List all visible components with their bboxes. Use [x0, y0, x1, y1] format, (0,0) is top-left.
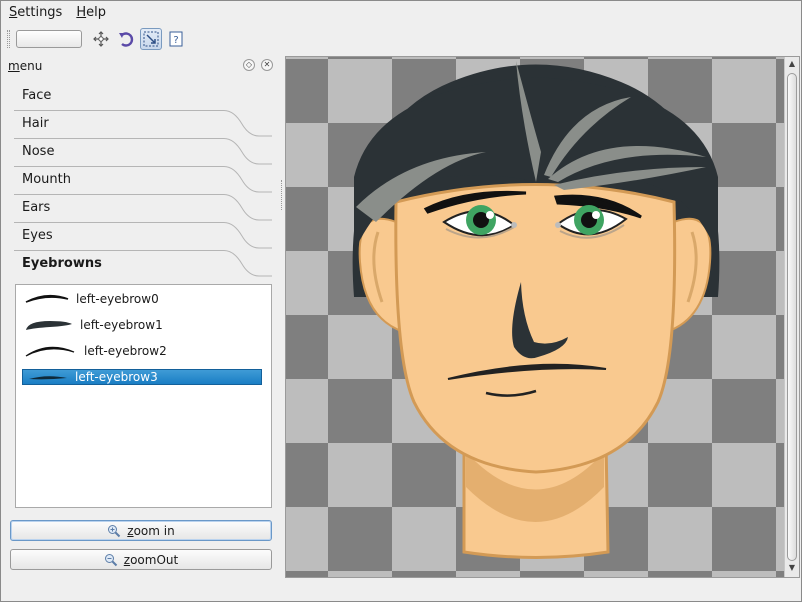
vertical-scrollbar[interactable]: ▲ ▼ — [784, 57, 799, 577]
zoom-out-icon — [104, 553, 117, 566]
eyebrow2-icon — [25, 346, 75, 357]
dock-title: menu — [8, 59, 43, 73]
eyebrow3-icon — [29, 376, 67, 380]
tab-label: Hair — [22, 116, 49, 131]
scroll-up-arrow-icon[interactable]: ▲ — [787, 59, 797, 69]
move-icon — [93, 31, 109, 47]
list-item-label: left-eyebrow0 — [76, 292, 159, 306]
svg-text:?: ? — [173, 35, 178, 46]
zoom-out-label: zoomOut — [123, 552, 179, 567]
dock-float-button[interactable]: ◇ — [243, 59, 255, 71]
eyebrow-list[interactable]: left-eyebrow0 left-eyebrow1 left-eyebrow… — [15, 284, 272, 508]
toolbar-grip[interactable] — [7, 30, 10, 48]
tab-label: Mounth — [22, 172, 71, 187]
eyebrow0-icon — [25, 294, 69, 303]
list-item-label: left-eyebrow1 — [80, 318, 163, 332]
tab-label: Eyes — [22, 228, 53, 243]
zoom-in-label: zoom in — [127, 523, 175, 538]
menu-help[interactable]: Help — [76, 5, 106, 20]
tab-eyes[interactable]: Eyes — [14, 222, 274, 250]
fit-selection-icon — [143, 31, 159, 47]
zoom-in-icon — [108, 524, 121, 537]
dock-splitter-handle[interactable] — [281, 180, 284, 210]
menu-dock: menu ◇ ✕ Face Hair Nose Mounth Ears Eyes — [4, 56, 279, 578]
tab-divider — [14, 194, 272, 221]
menu-settings[interactable]: Settings — [9, 5, 62, 20]
tab-label: Ears — [22, 200, 51, 215]
eyebrow1-icon — [26, 321, 72, 330]
tab-nose[interactable]: Nose — [14, 138, 274, 166]
float-icon: ◇ — [245, 60, 253, 69]
list-item[interactable]: left-eyebrow0 — [22, 291, 262, 307]
scroll-down-arrow-icon[interactable]: ▼ — [787, 563, 797, 573]
zoom-in-button[interactable]: zoom in — [10, 520, 272, 541]
dock-close-button[interactable]: ✕ — [261, 59, 273, 71]
toolbar: ? — [1, 26, 801, 52]
dock-title-bar: menu — [4, 56, 279, 76]
move-button[interactable] — [90, 28, 112, 50]
tab-hair[interactable]: Hair — [14, 110, 274, 138]
face-canvas[interactable] — [286, 57, 784, 577]
toolbox-tabs: Face Hair Nose Mounth Ears Eyes Eyebrown… — [14, 82, 274, 278]
tab-face[interactable]: Face — [14, 82, 274, 110]
scrollbar-thumb[interactable] — [787, 73, 797, 561]
tab-label: Eyebrowns — [22, 256, 102, 271]
close-icon: ✕ — [263, 60, 271, 69]
tab-ears[interactable]: Ears — [14, 194, 274, 222]
tab-mounth[interactable]: Mounth — [14, 166, 274, 194]
zoom-out-button[interactable]: zoomOut — [10, 549, 272, 570]
list-item[interactable]: left-eyebrow2 — [22, 343, 262, 359]
toolbar-combo[interactable] — [16, 30, 82, 48]
list-item-label: left-eyebrow2 — [84, 344, 167, 358]
tab-divider — [14, 222, 272, 249]
rotate-icon — [119, 32, 134, 47]
tab-eyebrowns[interactable]: Eyebrowns — [14, 250, 274, 278]
list-item-label: left-eyebrow3 — [75, 370, 158, 384]
tab-label: Face — [22, 88, 52, 103]
list-item[interactable]: left-eyebrow1 — [22, 317, 262, 333]
whats-this-icon: ? — [169, 31, 183, 47]
fit-selection-button[interactable] — [140, 28, 162, 50]
rotate-button[interactable] — [115, 28, 137, 50]
tab-divider — [14, 110, 272, 137]
face-canvas-view[interactable] — [285, 56, 800, 578]
menubar: Settings Help — [1, 1, 801, 23]
tab-label: Nose — [22, 144, 55, 159]
face — [394, 183, 677, 474]
whats-this-button[interactable]: ? — [165, 28, 187, 50]
list-item-selected[interactable]: left-eyebrow3 — [22, 369, 262, 385]
